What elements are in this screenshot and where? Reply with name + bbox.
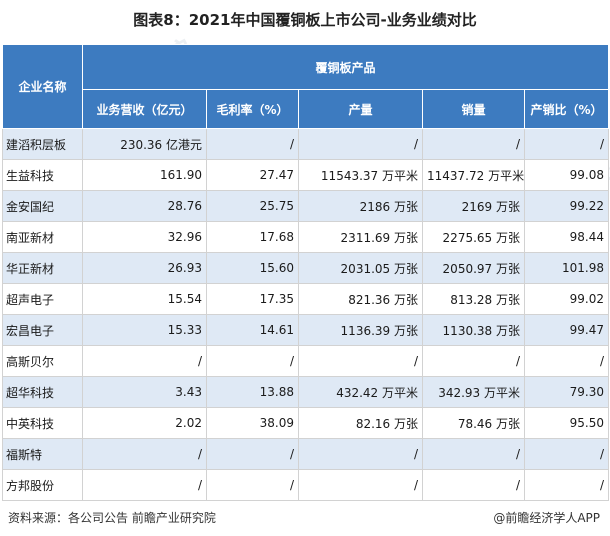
header-output: 产量 — [298, 89, 423, 129]
header-sales: 销量 — [422, 89, 525, 129]
cell-output: 2186 万张 — [298, 190, 423, 222]
cell-output: 821.36 万张 — [298, 283, 423, 315]
cell-name: 超华科技 — [2, 376, 83, 408]
cell-output: / — [298, 438, 423, 470]
cell-sales: / — [422, 345, 525, 377]
cell-margin: 13.88 — [206, 376, 299, 408]
header-group: 覆铜板产品 — [82, 44, 609, 90]
cell-revenue: 161.90 — [82, 159, 207, 191]
cell-margin: / — [206, 438, 299, 470]
cell-revenue: 15.54 — [82, 283, 207, 315]
cell-revenue: 28.76 — [82, 190, 207, 222]
cell-sales: / — [422, 438, 525, 470]
brand-note: @前瞻经济学人APP — [493, 511, 600, 525]
cell-revenue: 2.02 — [82, 407, 207, 439]
cell-sales: 2275.65 万张 — [422, 221, 525, 253]
header-margin: 毛利率（%） — [206, 89, 299, 129]
cell-ratio: 95.50 — [524, 407, 609, 439]
cell-output: / — [298, 345, 423, 377]
cell-name: 金安国纪 — [2, 190, 83, 222]
cell-margin: 15.60 — [206, 252, 299, 284]
cell-margin: 38.09 — [206, 407, 299, 439]
cell-output: 2311.69 万张 — [298, 221, 423, 253]
cell-name: 生益科技 — [2, 159, 83, 191]
cell-margin: 17.35 — [206, 283, 299, 315]
cell-output: 82.16 万张 — [298, 407, 423, 439]
cell-margin: / — [206, 128, 299, 160]
cell-revenue: / — [82, 469, 207, 501]
cell-output: 2031.05 万张 — [298, 252, 423, 284]
cell-revenue: 3.43 — [82, 376, 207, 408]
cell-name: 高斯贝尔 — [2, 345, 83, 377]
cell-margin: 14.61 — [206, 314, 299, 346]
page-title: 图表8：2021年中国覆铜板上市公司-业务业绩对比 — [133, 11, 477, 29]
cell-output: / — [298, 128, 423, 160]
cell-name: 建滔积层板 — [2, 128, 83, 160]
table-row: 建滔积层板 230.36 亿港元 / / / / — [2, 128, 609, 160]
table-row: 福斯特 / / / / / — [2, 438, 609, 470]
cell-revenue: / — [82, 345, 207, 377]
table-row: 生益科技 161.90 27.47 11543.37 万平米 11437.72 万平米 9… — [2, 159, 609, 191]
table-row: 中英科技 2.02 38.09 82.16 万张 78.46 万张 95.50 — [2, 407, 609, 439]
cell-output: 432.42 万平米 — [298, 376, 423, 408]
table-row: 超声电子 15.54 17.35 821.36 万张 813.28 万张 99.02 — [2, 283, 609, 315]
footer: 资料来源：各公司公告 前瞻产业研究院 @前瞻经济学人APP — [0, 506, 610, 530]
source-note: 资料来源：各公司公告 前瞻产业研究院 — [8, 511, 216, 525]
header-ratio: 产销比（%） — [524, 89, 609, 129]
cell-ratio: / — [524, 438, 609, 470]
table-row: 宏昌电子 15.33 14.61 1136.39 万张 1130.38 万张 99.47 — [2, 314, 609, 346]
cell-output: 1136.39 万张 — [298, 314, 423, 346]
cell-ratio: 101.98 — [524, 252, 609, 284]
data-table: 企业名称 覆铜板产品 业务营收（亿元） 毛利率（%） 产量 销量 产销比（%） … — [2, 44, 609, 501]
table-row: 方邦股份 / / / / / — [2, 469, 609, 501]
cell-sales: 813.28 万张 — [422, 283, 525, 315]
cell-sales: 342.93 万平米 — [422, 376, 525, 408]
cell-sales: 1130.38 万张 — [422, 314, 525, 346]
cell-revenue: 32.96 — [82, 221, 207, 253]
cell-revenue: / — [82, 438, 207, 470]
cell-output: / — [298, 469, 423, 501]
cell-margin: 27.47 — [206, 159, 299, 191]
cell-sales: 11437.72 万平米 — [422, 159, 525, 191]
cell-margin: 17.68 — [206, 221, 299, 253]
cell-margin: / — [206, 469, 299, 501]
cell-ratio: / — [524, 128, 609, 160]
table-row: 南亚新材 32.96 17.68 2311.69 万张 2275.65 万张 98.44 — [2, 221, 609, 253]
cell-ratio: 99.22 — [524, 190, 609, 222]
cell-sales: / — [422, 128, 525, 160]
table-row: 高斯贝尔 / / / / / — [2, 345, 609, 377]
cell-sales: / — [422, 469, 525, 501]
cell-ratio: 99.47 — [524, 314, 609, 346]
cell-ratio: / — [524, 345, 609, 377]
cell-margin: 25.75 — [206, 190, 299, 222]
cell-ratio: / — [524, 469, 609, 501]
header-company: 企业名称 — [2, 44, 83, 129]
cell-sales: 78.46 万张 — [422, 407, 525, 439]
cell-sales: 2169 万张 — [422, 190, 525, 222]
cell-name: 南亚新材 — [2, 221, 83, 253]
cell-output: 11543.37 万平米 — [298, 159, 423, 191]
cell-margin: / — [206, 345, 299, 377]
cell-name: 华正新材 — [2, 252, 83, 284]
cell-name: 宏昌电子 — [2, 314, 83, 346]
table-body: 建滔积层板 230.36 亿港元 / / / / 生益科技 161.90 27.47 11543.… — [2, 128, 609, 501]
table-row: 超华科技 3.43 13.88 432.42 万平米 342.93 万平米 79.30 — [2, 376, 609, 408]
cell-name: 福斯特 — [2, 438, 83, 470]
cell-revenue: 230.36 亿港元 — [82, 128, 207, 160]
cell-name: 中英科技 — [2, 407, 83, 439]
cell-revenue: 26.93 — [82, 252, 207, 284]
cell-ratio: 99.02 — [524, 283, 609, 315]
table-row: 华正新材 26.93 15.60 2031.05 万张 2050.97 万张 101.98 — [2, 252, 609, 284]
cell-sales: 2050.97 万张 — [422, 252, 525, 284]
cell-name: 超声电子 — [2, 283, 83, 315]
cell-revenue: 15.33 — [82, 314, 207, 346]
cell-ratio: 98.44 — [524, 221, 609, 253]
table-row: 金安国纪 28.76 25.75 2186 万张 2169 万张 99.22 — [2, 190, 609, 222]
cell-ratio: 99.08 — [524, 159, 609, 191]
header-revenue: 业务营收（亿元） — [82, 89, 207, 129]
cell-ratio: 79.30 — [524, 376, 609, 408]
cell-name: 方邦股份 — [2, 469, 83, 501]
